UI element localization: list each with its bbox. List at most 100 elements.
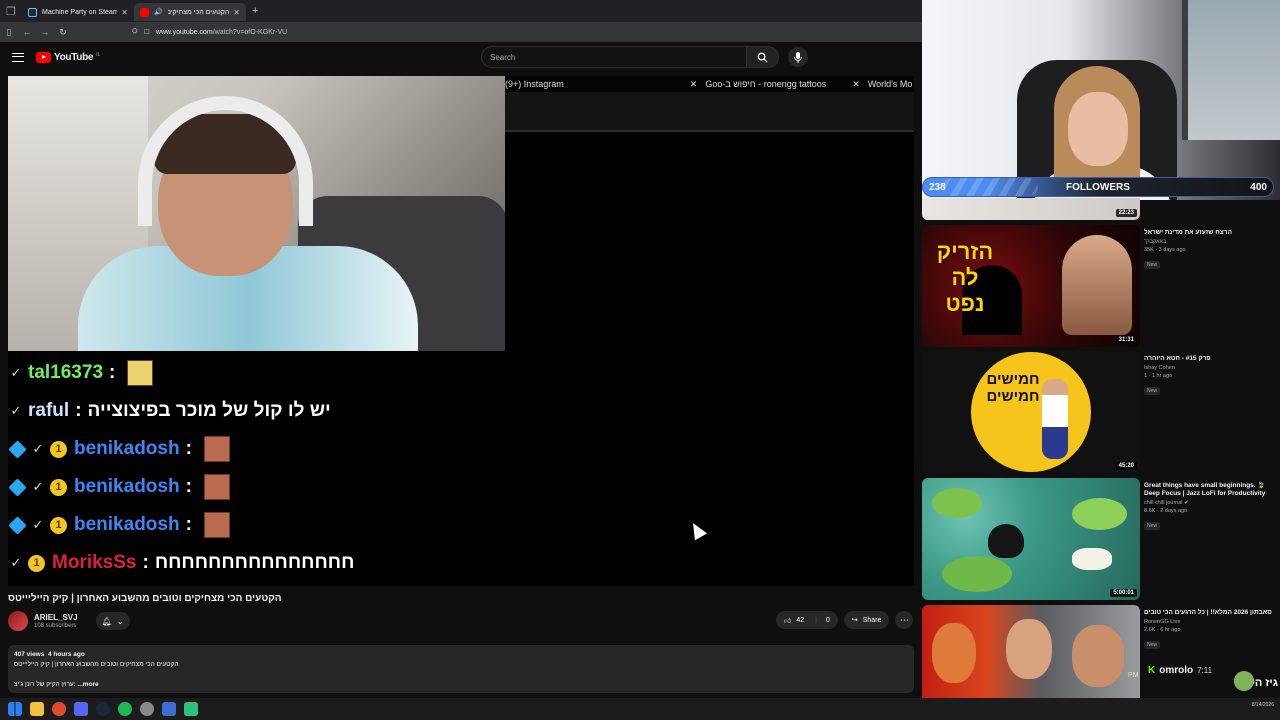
stream-chat-header: K omrolo 7:11 [1148, 665, 1278, 676]
forward-icon[interactable]: → [36, 27, 54, 37]
check-badge-icon: ✓ [10, 555, 22, 570]
bookmark-icon[interactable]: ☐ [144, 28, 150, 36]
kick-icon: K [1148, 665, 1156, 676]
recommendation-channel[interactable]: באאקברך [1144, 239, 1278, 245]
share-button[interactable]: ↪ Share [843, 611, 890, 629]
microphone-icon [794, 51, 802, 63]
recommendation-thumbnail[interactable]: הזריק לה נפט 31:31 [922, 225, 1140, 347]
voice-search-button[interactable] [788, 47, 808, 67]
discord-icon[interactable] [74, 702, 88, 716]
chat-separator: : [185, 514, 192, 535]
channel-info: ARIEL_SVJ 108 subscribers [34, 613, 78, 629]
steam-favicon-icon [28, 7, 37, 17]
show-more-link[interactable]: ...more [77, 681, 98, 688]
system-tray[interactable]: 8/14/2026 [1252, 702, 1274, 709]
verified-icon: ✔ [1184, 500, 1189, 506]
tab-label: Machine Party on Steam [42, 8, 118, 16]
speaker-icon[interactable]: 🔊 [154, 8, 163, 17]
search-icon [757, 52, 768, 63]
sidebar-toggle-icon[interactable]: ▯ [0, 27, 18, 38]
channel-avatar[interactable] [8, 611, 28, 631]
youtube-logo[interactable]: YouTube IL [36, 51, 100, 63]
recommendation-item[interactable]: 5:00:01 Great things have small beginnin… [922, 478, 1280, 600]
recommendation-thumbnail[interactable]: 22:23 [922, 198, 1140, 220]
recommendation-channel[interactable]: RonenGG Live [1144, 619, 1278, 625]
windows-start-icon[interactable] [8, 702, 22, 716]
chat-username: raful [28, 400, 70, 421]
recommendation-item[interactable]: הזריק לה נפט 31:31 הרצח שזעזע את מדינת י… [922, 225, 1280, 347]
chrome-icon[interactable] [140, 702, 154, 716]
browser-tab-youtube[interactable]: 🔊 הקטעים הכי מצחיקים וטו ✕ [134, 3, 246, 21]
stream-chat-user: omrolo [1159, 665, 1194, 676]
obs-icon[interactable] [184, 702, 198, 716]
spotify-icon[interactable] [118, 702, 132, 716]
description-box[interactable]: 407 views 4 hours ago הקטעים הכי מצחיקים… [8, 645, 914, 693]
recommendation-title[interactable]: סאבתון 2026 המלא!! | כל הרגעים הכי טובים [1144, 609, 1278, 617]
reload-icon[interactable]: ↻ [54, 27, 72, 38]
share-icon: ↪ [851, 617, 858, 624]
emote-icon [203, 474, 230, 500]
recommendation-thumbnail[interactable]: 5:00:01 [922, 478, 1140, 600]
streamer-webcam-feed [8, 76, 505, 351]
coin-badge-icon: 1 [28, 554, 45, 572]
video-actions: 👍︎ 42 | 0 ↪ Share ⋯ [776, 611, 914, 629]
workspaces-icon[interactable]: ❐ [0, 0, 22, 22]
chat-separator: : [75, 400, 82, 421]
recommendation-channel[interactable]: chill chill journal ✔ [1144, 500, 1278, 506]
site-info-icon[interactable]: ⛭ [132, 28, 138, 36]
thumb-person [1062, 235, 1132, 335]
recommendation-channel-name: chill chill journal [1144, 500, 1183, 506]
stream-chat-avatar [1234, 671, 1254, 691]
channel-name[interactable]: ARIEL_SVJ [34, 613, 78, 622]
description-line: הקטעים הכי מצחיקים וטובים מהשבוע האחרון … [14, 661, 179, 668]
recommendation-thumbnail[interactable]: חמישים חמישים 45:20 [922, 351, 1140, 473]
like-dislike-button[interactable]: 👍︎ 42 | 0 [776, 611, 838, 629]
recommendation-item[interactable]: 22:23 [922, 198, 1280, 220]
back-icon[interactable]: ← [18, 27, 36, 37]
chat-text: יש לו קול של מוכר בפיצוצייה [87, 400, 331, 421]
steam-icon[interactable] [96, 702, 110, 716]
close-tab-icon[interactable]: ✕ [233, 8, 240, 17]
tab-label: הקטעים הכי מצחיקים וטו [167, 8, 230, 16]
file-explorer-icon[interactable] [30, 702, 44, 716]
lily-pad [1072, 498, 1127, 530]
captured-tab-instagram: (9+) Instagram [505, 79, 564, 89]
followers-progress-fill [943, 178, 1038, 196]
captured-close-icon: ✕ [852, 78, 860, 89]
youtube-favicon-icon [140, 7, 149, 17]
browser-icon[interactable] [52, 702, 66, 716]
thumbnail-caption: הזריק לה נפט [936, 239, 994, 316]
notification-bell-button[interactable]: 🔔︎ ⌄ [95, 612, 130, 630]
cam-window [1182, 0, 1280, 140]
chat-username: benikadosh [74, 476, 180, 497]
recommendation-stats: 2.6K · 6 hr ago [1144, 627, 1181, 633]
more-actions-button[interactable]: ⋯ [895, 611, 914, 629]
url-field[interactable]: ⛭ ☐ www.youtube.com/watch?v=ofO-KGKr-VU [132, 28, 287, 36]
app-icon[interactable] [162, 702, 176, 716]
chat-separator: : [185, 438, 192, 459]
recommendation-thumbnail[interactable] [922, 605, 1140, 698]
chat-separator: : [142, 552, 149, 573]
new-tab-icon[interactable]: + [252, 5, 258, 17]
recommendation-title[interactable]: הרצח שזעזע את מדינת ישראל [1144, 229, 1278, 237]
video-duration: 31:31 [1115, 336, 1137, 344]
black-cat [988, 524, 1024, 558]
headset-icon [138, 96, 313, 226]
tray-date: 8/14/2026 [1251, 702, 1274, 708]
browser-tab-steam[interactable]: Machine Party on Steam ✕ [22, 3, 134, 21]
menu-icon[interactable] [12, 52, 24, 62]
close-tab-icon[interactable]: ✕ [121, 8, 128, 17]
url-host: www.youtube.com [155, 28, 213, 36]
recommendation-title[interactable]: Great things have small beginnings. 🍃 De… [1144, 482, 1278, 498]
recommendation-channel[interactable]: Ishay Cohen [1144, 365, 1278, 371]
search-input[interactable]: Search [481, 46, 747, 68]
video-player[interactable]: (9+) Instagram ✕ ronengg tattoos - חיפוש… [8, 76, 914, 586]
chat-username: benikadosh [74, 438, 180, 459]
search-button[interactable] [747, 46, 779, 68]
recommendation-item[interactable]: חמישים חמישים 45:20 פרק #15 - חטא היוהרה… [922, 351, 1280, 473]
recommendation-stats: 8.6K · 2 days ago [1144, 508, 1188, 514]
recommendation-title[interactable]: פרק #15 - חטא היוהרה [1144, 355, 1278, 363]
followers-label: FOLLOWERS [1066, 181, 1130, 193]
youtube-play-icon [36, 51, 51, 63]
coin-badge-icon: 1 [50, 516, 67, 534]
